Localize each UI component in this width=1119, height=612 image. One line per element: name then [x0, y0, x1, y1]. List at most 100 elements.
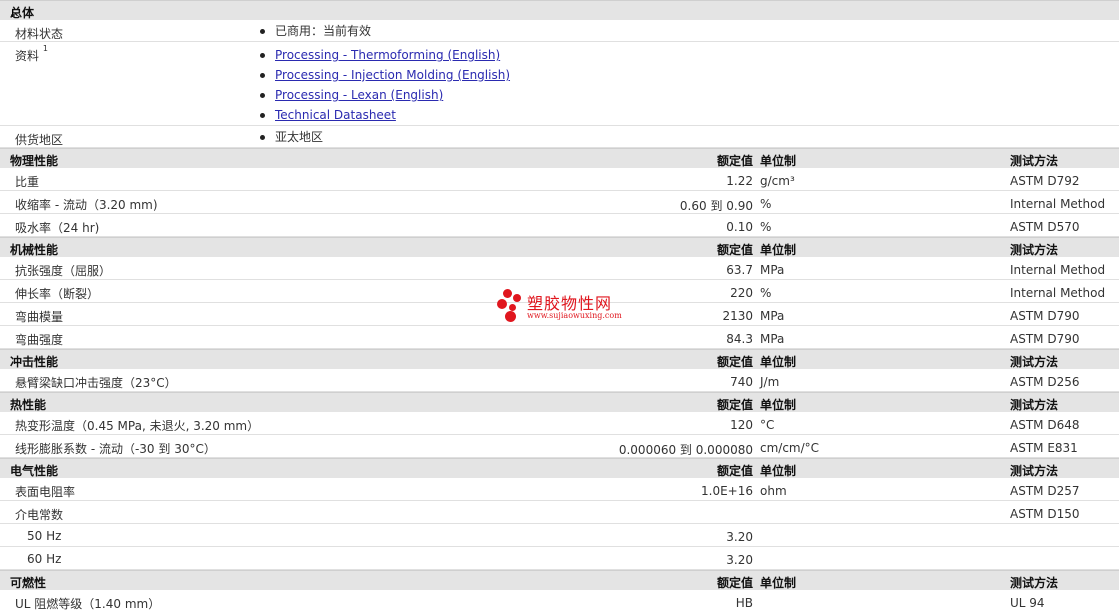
footnote-marker: 1 [42, 44, 48, 53]
property-value: 220 [730, 286, 753, 300]
section-header-overview: 总体 [0, 0, 1119, 20]
property-name: 收缩率 - 流动（3.20 mm) [15, 198, 158, 212]
property-unit: cm/cm/°C [760, 441, 820, 455]
column-header-value: 额定值 [716, 464, 753, 478]
section-header: 机械性能 额定值 单位制 测试方法 [0, 237, 1119, 257]
section-title: 电气性能 [10, 464, 59, 478]
overview-row-label-wrap: 资料 1 [15, 44, 48, 64]
property-value: 0.60 到 0.90 [679, 199, 753, 213]
link-item: Processing - Injection Molding (English) [260, 65, 510, 85]
property-value: 0.000060 到 0.000080 [618, 443, 753, 457]
property-value: 740 [730, 375, 753, 389]
property-name: 弯曲模量 [15, 310, 64, 324]
section-title: 物理性能 [10, 154, 59, 168]
property-unit: J/m [760, 375, 780, 389]
property-row: 热变形温度（0.45 MPa, 未退火, 3.20 mm） 120 °C ASTM D… [0, 412, 1119, 435]
test-method: Internal Method [1010, 197, 1106, 211]
property-value: 1.22 [726, 174, 753, 188]
property-name: 弯曲强度 [15, 333, 64, 347]
section-header: 可燃性 额定值 单位制 测试方法 [0, 570, 1119, 590]
section-title: 机械性能 [10, 243, 59, 257]
bullet-list: 已商用：当前有效 [260, 21, 371, 41]
column-header-unit: 单位制 [760, 576, 797, 590]
bullet-list: Processing - Thermoforming (English) Proc… [260, 45, 510, 125]
document-link[interactable]: Technical Datasheet [275, 108, 396, 122]
link-item: Processing - Lexan (English) [260, 85, 510, 105]
property-unit: MPa [760, 332, 785, 346]
property-name: 线形膨胀系数 - 流动（-30 到 30°C） [15, 442, 216, 456]
column-header-unit: 单位制 [760, 154, 797, 168]
section-header: 电气性能 额定值 单位制 测试方法 [0, 458, 1119, 478]
property-name: 表面电阻率 [15, 485, 76, 499]
document-link[interactable]: Processing - Lexan (English) [275, 88, 443, 102]
property-row: 线形膨胀系数 - 流动（-30 到 30°C） 0.000060 到 0.0000… [0, 435, 1119, 458]
property-row: 50 Hz 3.20 [0, 524, 1119, 547]
property-row: 介电常数 ASTM D150 [0, 501, 1119, 524]
column-header-value: 额定值 [716, 576, 753, 590]
property-name: 抗张强度（屈服） [15, 264, 112, 278]
property-row: 吸水率（24 hr) 0.10% ASTM D570 [0, 214, 1119, 237]
link-item: Technical Datasheet [260, 105, 510, 125]
column-header-unit: 单位制 [760, 464, 797, 478]
section-title: 冲击性能 [10, 355, 59, 369]
overview-row-label: 供货地区 [15, 133, 64, 147]
property-row: 悬臂梁缺口冲击强度（23°C） 740 J/m ASTM D256 [0, 369, 1119, 392]
section-header: 热性能 额定值 单位制 测试方法 [0, 392, 1119, 412]
column-header-method: 测试方法 [1010, 464, 1059, 478]
property-row: 比重 1.22 g/cm³ ASTM D792 [0, 168, 1119, 191]
column-header-method: 测试方法 [1010, 576, 1059, 590]
property-value: HB [735, 596, 753, 610]
property-unit: % [760, 197, 772, 211]
overview-row-label: 材料状态 [15, 27, 64, 41]
section-title: 可燃性 [10, 576, 47, 590]
link-item: Processing - Thermoforming (English) [260, 45, 510, 65]
property-name: 比重 [15, 175, 40, 189]
column-header-value: 额定值 [716, 355, 753, 369]
property-name: 吸水率（24 hr) [15, 221, 100, 235]
property-value: 84.3 [726, 332, 753, 346]
overview-row: 材料状态 已商用：当前有效 [0, 20, 1119, 42]
property-value: 120 [730, 418, 753, 432]
test-method: ASTM D257 [1010, 484, 1080, 498]
column-header-value: 额定值 [716, 154, 753, 168]
test-method: ASTM D570 [1010, 220, 1080, 234]
test-method: ASTM D648 [1010, 418, 1080, 432]
test-method: ASTM D790 [1010, 309, 1080, 323]
overview-row: 资料 1 Processing - Thermoforming (English)… [0, 42, 1119, 126]
section-title: 热性能 [10, 398, 47, 412]
property-unit: g/cm³ [760, 174, 795, 188]
property-name: 介电常数 [15, 508, 64, 522]
property-name: 热变形温度（0.45 MPa, 未退火, 3.20 mm） [15, 419, 260, 433]
property-value: 2130 [722, 309, 753, 323]
test-method: ASTM D790 [1010, 332, 1080, 346]
watermark-url: www.sujiaowuxing.com [527, 311, 622, 320]
property-row: 抗张强度（屈服） 63.7 MPa Internal Method [0, 257, 1119, 280]
property-row: 收缩率 - 流动（3.20 mm) 0.60 到 0.90% Internal Me… [0, 191, 1119, 214]
text-cursor-icon: I [11, 9, 14, 20]
property-value: 1.0E+16 [701, 484, 753, 498]
test-method: ASTM D256 [1010, 375, 1080, 389]
document-link[interactable]: Processing - Thermoforming (English) [275, 48, 500, 62]
column-header-method: 测试方法 [1010, 154, 1059, 168]
property-value: 3.20 [726, 530, 753, 544]
property-row: UL 阻燃等级（1.40 mm） HB UL 94 [0, 590, 1119, 612]
property-name: UL 阻燃等级（1.40 mm） [15, 597, 161, 611]
test-method: ASTM D792 [1010, 174, 1080, 188]
property-name: 悬臂梁缺口冲击强度（23°C） [15, 376, 177, 390]
property-row: 表面电阻率 1.0E+16 ohm ASTM D257 [0, 478, 1119, 501]
column-header-method: 测试方法 [1010, 243, 1059, 257]
test-method: Internal Method [1010, 263, 1106, 277]
section-header: 冲击性能 额定值 单位制 测试方法 [0, 349, 1119, 369]
property-unit: MPa [760, 309, 785, 323]
column-header-value: 额定值 [716, 243, 753, 257]
property-row: 弯曲强度 84.3 MPa ASTM D790 [0, 326, 1119, 349]
column-header-unit: 单位制 [760, 355, 797, 369]
document-link[interactable]: Processing - Injection Molding (English) [275, 68, 510, 82]
property-unit: MPa [760, 263, 785, 277]
property-unit: % [760, 286, 772, 300]
property-unit: °C [760, 418, 775, 432]
property-name: 50 Hz [27, 529, 62, 543]
test-method: ASTM D150 [1010, 507, 1080, 521]
property-name: 伸长率（断裂） [15, 287, 100, 301]
section-header: 物理性能 额定值 单位制 测试方法 [0, 148, 1119, 168]
